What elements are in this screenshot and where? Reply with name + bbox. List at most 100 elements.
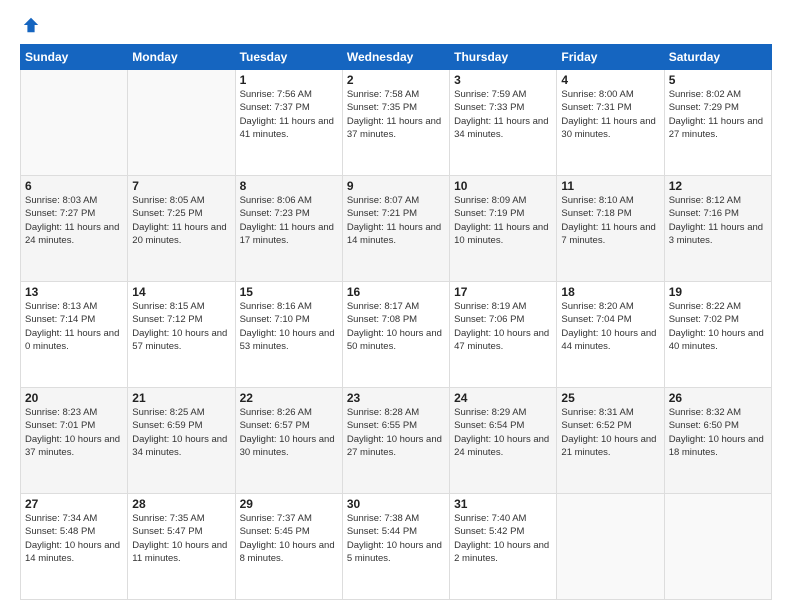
day-cell: 10Sunrise: 8:09 AM Sunset: 7:19 PM Dayli… xyxy=(450,176,557,282)
day-info: Sunrise: 7:35 AM Sunset: 5:47 PM Dayligh… xyxy=(132,512,230,565)
day-cell: 4Sunrise: 8:00 AM Sunset: 7:31 PM Daylig… xyxy=(557,70,664,176)
day-cell xyxy=(128,70,235,176)
day-info: Sunrise: 8:06 AM Sunset: 7:23 PM Dayligh… xyxy=(240,194,338,247)
day-info: Sunrise: 7:59 AM Sunset: 7:33 PM Dayligh… xyxy=(454,88,552,141)
day-cell: 19Sunrise: 8:22 AM Sunset: 7:02 PM Dayli… xyxy=(664,282,771,388)
day-cell: 12Sunrise: 8:12 AM Sunset: 7:16 PM Dayli… xyxy=(664,176,771,282)
logo xyxy=(20,16,40,34)
day-info: Sunrise: 8:15 AM Sunset: 7:12 PM Dayligh… xyxy=(132,300,230,353)
week-row-2: 6Sunrise: 8:03 AM Sunset: 7:27 PM Daylig… xyxy=(21,176,772,282)
day-info: Sunrise: 8:02 AM Sunset: 7:29 PM Dayligh… xyxy=(669,88,767,141)
day-cell: 3Sunrise: 7:59 AM Sunset: 7:33 PM Daylig… xyxy=(450,70,557,176)
day-cell: 5Sunrise: 8:02 AM Sunset: 7:29 PM Daylig… xyxy=(664,70,771,176)
calendar-table: SundayMondayTuesdayWednesdayThursdayFrid… xyxy=(20,44,772,600)
day-number: 3 xyxy=(454,73,552,87)
day-cell: 18Sunrise: 8:20 AM Sunset: 7:04 PM Dayli… xyxy=(557,282,664,388)
day-number: 28 xyxy=(132,497,230,511)
week-row-4: 20Sunrise: 8:23 AM Sunset: 7:01 PM Dayli… xyxy=(21,388,772,494)
day-cell: 31Sunrise: 7:40 AM Sunset: 5:42 PM Dayli… xyxy=(450,494,557,600)
col-header-sunday: Sunday xyxy=(21,45,128,70)
col-header-tuesday: Tuesday xyxy=(235,45,342,70)
day-number: 29 xyxy=(240,497,338,511)
day-cell: 25Sunrise: 8:31 AM Sunset: 6:52 PM Dayli… xyxy=(557,388,664,494)
week-row-3: 13Sunrise: 8:13 AM Sunset: 7:14 PM Dayli… xyxy=(21,282,772,388)
day-number: 24 xyxy=(454,391,552,405)
day-number: 16 xyxy=(347,285,445,299)
day-cell: 20Sunrise: 8:23 AM Sunset: 7:01 PM Dayli… xyxy=(21,388,128,494)
day-number: 22 xyxy=(240,391,338,405)
day-info: Sunrise: 7:40 AM Sunset: 5:42 PM Dayligh… xyxy=(454,512,552,565)
day-cell: 1Sunrise: 7:56 AM Sunset: 7:37 PM Daylig… xyxy=(235,70,342,176)
header xyxy=(20,16,772,34)
day-cell: 8Sunrise: 8:06 AM Sunset: 7:23 PM Daylig… xyxy=(235,176,342,282)
day-number: 17 xyxy=(454,285,552,299)
day-cell: 14Sunrise: 8:15 AM Sunset: 7:12 PM Dayli… xyxy=(128,282,235,388)
day-info: Sunrise: 8:13 AM Sunset: 7:14 PM Dayligh… xyxy=(25,300,123,353)
day-info: Sunrise: 8:10 AM Sunset: 7:18 PM Dayligh… xyxy=(561,194,659,247)
day-cell: 26Sunrise: 8:32 AM Sunset: 6:50 PM Dayli… xyxy=(664,388,771,494)
day-info: Sunrise: 7:56 AM Sunset: 7:37 PM Dayligh… xyxy=(240,88,338,141)
week-row-5: 27Sunrise: 7:34 AM Sunset: 5:48 PM Dayli… xyxy=(21,494,772,600)
day-number: 5 xyxy=(669,73,767,87)
day-info: Sunrise: 8:25 AM Sunset: 6:59 PM Dayligh… xyxy=(132,406,230,459)
day-info: Sunrise: 7:34 AM Sunset: 5:48 PM Dayligh… xyxy=(25,512,123,565)
day-info: Sunrise: 8:19 AM Sunset: 7:06 PM Dayligh… xyxy=(454,300,552,353)
col-header-thursday: Thursday xyxy=(450,45,557,70)
day-number: 31 xyxy=(454,497,552,511)
day-cell: 15Sunrise: 8:16 AM Sunset: 7:10 PM Dayli… xyxy=(235,282,342,388)
day-info: Sunrise: 8:23 AM Sunset: 7:01 PM Dayligh… xyxy=(25,406,123,459)
day-info: Sunrise: 8:00 AM Sunset: 7:31 PM Dayligh… xyxy=(561,88,659,141)
day-info: Sunrise: 8:20 AM Sunset: 7:04 PM Dayligh… xyxy=(561,300,659,353)
logo-icon xyxy=(22,16,40,34)
day-cell: 30Sunrise: 7:38 AM Sunset: 5:44 PM Dayli… xyxy=(342,494,449,600)
day-cell xyxy=(664,494,771,600)
col-header-friday: Friday xyxy=(557,45,664,70)
day-number: 8 xyxy=(240,179,338,193)
day-cell: 17Sunrise: 8:19 AM Sunset: 7:06 PM Dayli… xyxy=(450,282,557,388)
day-number: 23 xyxy=(347,391,445,405)
day-number: 10 xyxy=(454,179,552,193)
day-cell: 2Sunrise: 7:58 AM Sunset: 7:35 PM Daylig… xyxy=(342,70,449,176)
day-number: 13 xyxy=(25,285,123,299)
week-row-1: 1Sunrise: 7:56 AM Sunset: 7:37 PM Daylig… xyxy=(21,70,772,176)
day-info: Sunrise: 8:31 AM Sunset: 6:52 PM Dayligh… xyxy=(561,406,659,459)
day-info: Sunrise: 8:07 AM Sunset: 7:21 PM Dayligh… xyxy=(347,194,445,247)
day-cell: 24Sunrise: 8:29 AM Sunset: 6:54 PM Dayli… xyxy=(450,388,557,494)
day-info: Sunrise: 8:03 AM Sunset: 7:27 PM Dayligh… xyxy=(25,194,123,247)
day-number: 12 xyxy=(669,179,767,193)
day-number: 6 xyxy=(25,179,123,193)
day-number: 18 xyxy=(561,285,659,299)
day-cell xyxy=(21,70,128,176)
day-number: 14 xyxy=(132,285,230,299)
day-info: Sunrise: 7:37 AM Sunset: 5:45 PM Dayligh… xyxy=(240,512,338,565)
day-info: Sunrise: 8:09 AM Sunset: 7:19 PM Dayligh… xyxy=(454,194,552,247)
day-number: 15 xyxy=(240,285,338,299)
day-info: Sunrise: 8:32 AM Sunset: 6:50 PM Dayligh… xyxy=(669,406,767,459)
day-number: 21 xyxy=(132,391,230,405)
day-number: 1 xyxy=(240,73,338,87)
col-header-monday: Monday xyxy=(128,45,235,70)
day-number: 19 xyxy=(669,285,767,299)
day-cell: 21Sunrise: 8:25 AM Sunset: 6:59 PM Dayli… xyxy=(128,388,235,494)
day-number: 9 xyxy=(347,179,445,193)
day-cell: 11Sunrise: 8:10 AM Sunset: 7:18 PM Dayli… xyxy=(557,176,664,282)
day-number: 7 xyxy=(132,179,230,193)
day-cell xyxy=(557,494,664,600)
day-number: 2 xyxy=(347,73,445,87)
day-number: 20 xyxy=(25,391,123,405)
day-info: Sunrise: 8:28 AM Sunset: 6:55 PM Dayligh… xyxy=(347,406,445,459)
day-info: Sunrise: 8:12 AM Sunset: 7:16 PM Dayligh… xyxy=(669,194,767,247)
day-info: Sunrise: 8:26 AM Sunset: 6:57 PM Dayligh… xyxy=(240,406,338,459)
day-info: Sunrise: 7:58 AM Sunset: 7:35 PM Dayligh… xyxy=(347,88,445,141)
day-cell: 29Sunrise: 7:37 AM Sunset: 5:45 PM Dayli… xyxy=(235,494,342,600)
day-cell: 9Sunrise: 8:07 AM Sunset: 7:21 PM Daylig… xyxy=(342,176,449,282)
day-cell: 28Sunrise: 7:35 AM Sunset: 5:47 PM Dayli… xyxy=(128,494,235,600)
day-cell: 6Sunrise: 8:03 AM Sunset: 7:27 PM Daylig… xyxy=(21,176,128,282)
day-cell: 22Sunrise: 8:26 AM Sunset: 6:57 PM Dayli… xyxy=(235,388,342,494)
day-info: Sunrise: 8:29 AM Sunset: 6:54 PM Dayligh… xyxy=(454,406,552,459)
day-cell: 23Sunrise: 8:28 AM Sunset: 6:55 PM Dayli… xyxy=(342,388,449,494)
day-info: Sunrise: 8:17 AM Sunset: 7:08 PM Dayligh… xyxy=(347,300,445,353)
col-header-wednesday: Wednesday xyxy=(342,45,449,70)
day-cell: 16Sunrise: 8:17 AM Sunset: 7:08 PM Dayli… xyxy=(342,282,449,388)
col-header-saturday: Saturday xyxy=(664,45,771,70)
